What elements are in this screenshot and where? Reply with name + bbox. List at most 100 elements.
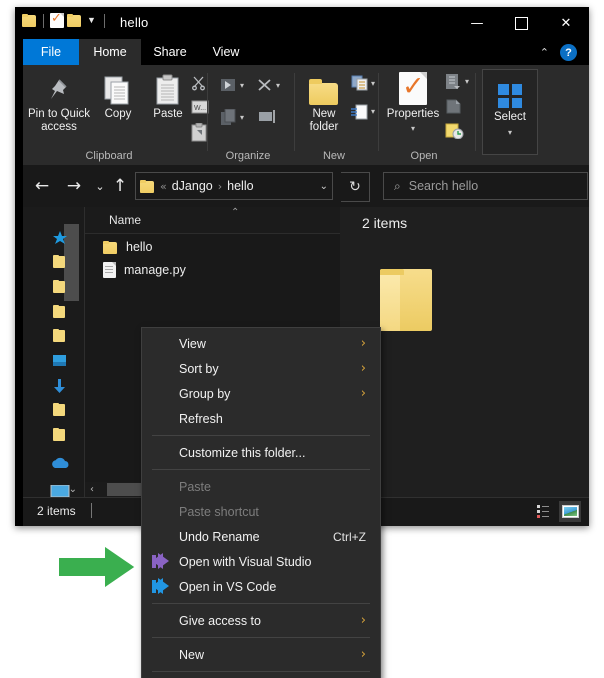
delete-button[interactable]: ▾: [256, 77, 280, 93]
sidebar-item-folder-3[interactable]: [53, 305, 66, 318]
sidebar-item-folder-2[interactable]: [53, 280, 66, 293]
menu-item-paste-shortcut: Paste shortcut: [142, 499, 380, 524]
list-item[interactable]: hello: [103, 240, 152, 254]
tab-home[interactable]: Home: [79, 39, 141, 65]
up-button[interactable]: ↑: [109, 175, 131, 197]
move-to-button[interactable]: ▾: [220, 77, 244, 93]
folder-icon[interactable]: [22, 14, 37, 27]
edit-button[interactable]: [445, 98, 462, 115]
maximize-icon: [514, 16, 528, 30]
sidebar-item-downloads[interactable]: [53, 379, 67, 399]
menu-item-open-in-vs-code[interactable]: Open in VS Code: [142, 574, 380, 599]
menu-item-label: Open in VS Code: [179, 579, 277, 594]
file-icon: [103, 262, 116, 278]
recent-locations-button[interactable]: ⌄: [89, 175, 111, 197]
menu-separator-5: [152, 671, 370, 672]
sidebar-item-folder-5[interactable]: [53, 403, 66, 416]
sidebar-item-onedrive[interactable]: [50, 456, 70, 475]
preview-folder-icon: [380, 269, 432, 331]
sidebar-item-quick-access[interactable]: [53, 231, 68, 250]
address-input[interactable]: « dJango › hello ⌄: [135, 172, 333, 200]
customize-dropdown-icon[interactable]: ▼: [85, 16, 98, 25]
properties-caret-icon: ▾: [410, 124, 415, 133]
sidebar-item-pictures[interactable]: [53, 354, 67, 373]
sidebar-item-folder-6[interactable]: [53, 428, 66, 441]
back-button[interactable]: ←: [31, 175, 53, 197]
ribbon-group-new: New folder ▾ ▾ New: [295, 65, 379, 165]
breadcrumb-item-0[interactable]: dJango: [172, 179, 213, 193]
tab-view[interactable]: View: [199, 39, 253, 65]
green-arrow-icon: [57, 543, 138, 591]
forward-button[interactable]: →: [63, 175, 85, 197]
address-bar: ← → ⌄ ↑ « dJango › hello ⌄ ↻ ⌕ Search he…: [23, 165, 589, 207]
menu-item-view[interactable]: View ›: [142, 331, 380, 356]
menu-item-refresh[interactable]: Refresh: [142, 406, 380, 431]
sidebar-item-folder-1[interactable]: [53, 255, 66, 268]
breadcrumb-item-1[interactable]: hello: [227, 179, 253, 193]
pictures-icon: [53, 355, 66, 366]
select-button[interactable]: Select ▾: [482, 69, 538, 155]
copy-icon: [103, 71, 133, 105]
collapse-ribbon-icon[interactable]: ⌃: [540, 46, 549, 59]
menu-item-open-with-visual-studio[interactable]: Open with Visual Studio: [142, 549, 380, 574]
sidebar-item-this-pc[interactable]: [50, 484, 70, 497]
list-item-label: hello: [126, 240, 153, 254]
breadcrumb-overflow-icon[interactable]: «: [160, 180, 167, 193]
copy-to-icon: [221, 109, 236, 125]
new-item-caret-icon: ▾: [371, 78, 376, 88]
minimize-button[interactable]: —: [455, 7, 499, 39]
copy-button[interactable]: Copy: [95, 71, 141, 121]
chevron-right-icon: ›: [360, 613, 366, 628]
copy-to-button[interactable]: ▾: [220, 109, 244, 126]
menu-item-undo-rename[interactable]: Undo Rename Ctrl+Z: [142, 524, 380, 549]
menu-item-new[interactable]: New ›: [142, 642, 380, 667]
easy-access-button[interactable]: ▾: [351, 103, 375, 120]
paste-shortcut-icon: [191, 123, 207, 142]
menu-item-customize-this-folder[interactable]: Customize this folder...: [142, 440, 380, 465]
tab-file[interactable]: File: [23, 39, 79, 65]
select-button-inner[interactable]: Select ▾: [483, 74, 537, 139]
chevron-right-icon: ›: [360, 386, 366, 401]
rename-button[interactable]: [256, 109, 278, 124]
history-button[interactable]: [445, 122, 464, 139]
search-input[interactable]: Search hello: [409, 179, 479, 193]
paste-shortcut-button[interactable]: [191, 123, 207, 142]
close-button[interactable]: ✕: [543, 7, 589, 39]
new-folder-icon[interactable]: [67, 14, 82, 27]
open-button[interactable]: ▾: [445, 73, 469, 90]
scroll-left-icon[interactable]: ‹: [90, 484, 94, 495]
refresh-button[interactable]: ↻: [341, 172, 370, 202]
menu-item-label: Sort by: [179, 361, 219, 376]
new-item-button[interactable]: ▾: [351, 75, 375, 91]
tab-share[interactable]: Share: [141, 39, 199, 65]
address-dropdown-icon[interactable]: ⌄: [320, 181, 328, 192]
pin-to-quick-access-button[interactable]: Pin to Quick access: [27, 71, 91, 134]
select-icon: [498, 74, 522, 108]
paste-button[interactable]: Paste: [145, 71, 191, 121]
ribbon-group-label-clipboard: Clipboard: [85, 150, 133, 162]
column-header-row: Name ⌃: [85, 207, 340, 234]
details-view-button[interactable]: [533, 501, 555, 522]
cut-button[interactable]: [191, 75, 207, 91]
menu-separator-3: [152, 603, 370, 604]
maximize-button[interactable]: [499, 7, 543, 39]
delete-caret-icon: ▾: [276, 80, 281, 90]
menu-item-label: View: [179, 336, 206, 351]
column-header-name[interactable]: Name: [109, 213, 141, 227]
sidebar-item-folder-4[interactable]: [53, 329, 66, 342]
menu-item-sort-by[interactable]: Sort by ›: [142, 356, 380, 381]
menu-item-give-access-to[interactable]: Give access to ›: [142, 608, 380, 633]
properties-icon[interactable]: [50, 11, 64, 28]
list-item[interactable]: manage.py: [103, 262, 186, 278]
properties-button[interactable]: ✓ Properties ▾: [385, 71, 441, 135]
help-icon[interactable]: ?: [560, 44, 577, 61]
select-caret-icon: ▾: [507, 128, 512, 137]
properties-label: Properties: [386, 108, 440, 120]
search-box[interactable]: ⌕ Search hello: [383, 172, 588, 200]
new-folder-button[interactable]: New folder: [301, 71, 347, 134]
cut-icon: [192, 76, 205, 91]
menu-item-group-by[interactable]: Group by ›: [142, 381, 380, 406]
view-mode-buttons: [533, 501, 581, 522]
large-icons-view-button[interactable]: [559, 501, 581, 522]
visual-studio-icon: [152, 553, 169, 570]
